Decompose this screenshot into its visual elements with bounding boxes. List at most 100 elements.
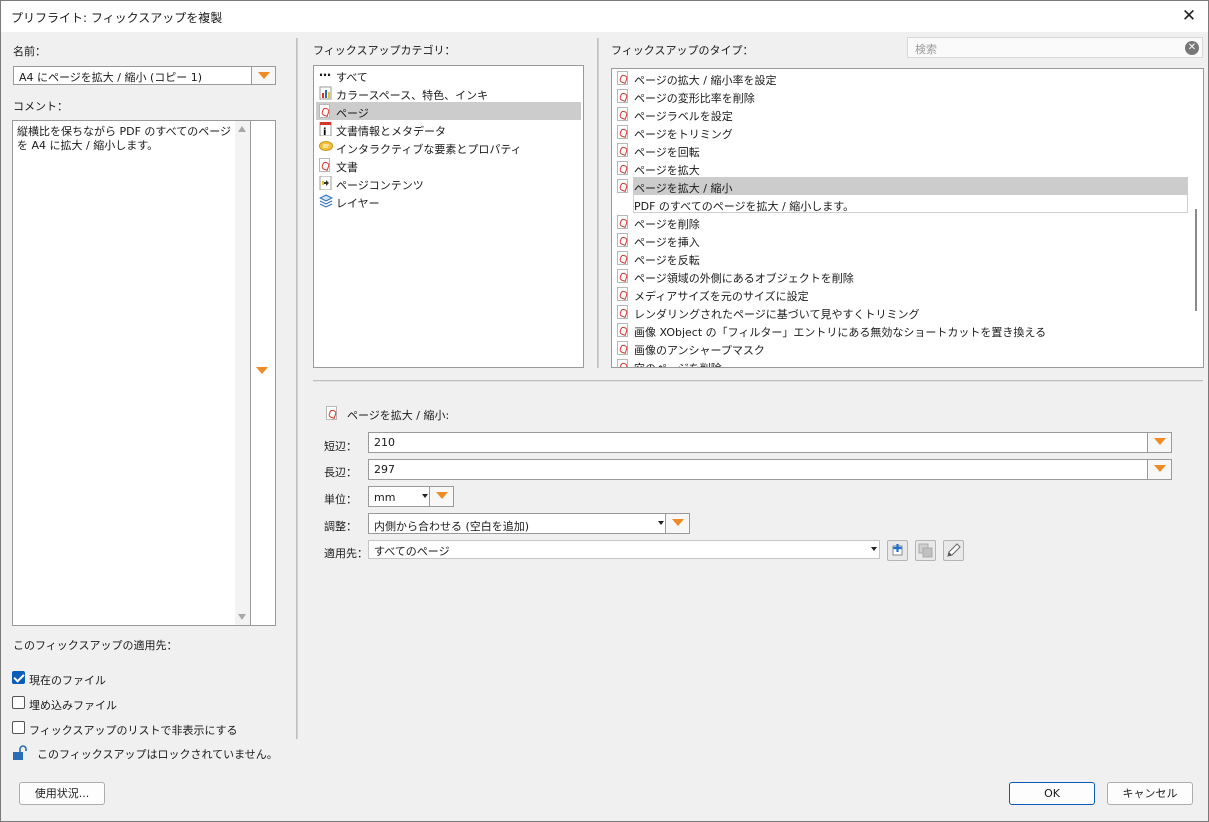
type-label: ページラベルを設定 xyxy=(634,110,733,123)
hide-in-list-label: フィックスアップのリストで非表示にする xyxy=(29,724,238,737)
type-item[interactable]: ページを回転 xyxy=(614,141,1188,159)
ok-button[interactable]: OK xyxy=(1009,782,1095,805)
pdf-icon xyxy=(617,143,631,157)
fit-select[interactable]: 内側から合わせる (空白を追加) xyxy=(368,513,690,534)
type-label: ページを回転 xyxy=(634,146,700,159)
pdf-icon xyxy=(617,323,631,337)
pdf-icon xyxy=(617,341,631,355)
short-side-label: 短辺： xyxy=(324,440,357,453)
category-item-page-content[interactable]: ページコンテンツ xyxy=(316,174,581,192)
type-item[interactable]: 空のページを削除 xyxy=(614,357,1188,367)
clear-search-icon[interactable]: ✕ xyxy=(1185,41,1199,55)
categories-label: フィックスアップカテゴリ： xyxy=(313,44,456,57)
long-side-dropdown[interactable] xyxy=(1147,460,1171,479)
type-item[interactable]: ページの拡大 / 縮小率を設定 xyxy=(614,69,1188,87)
preflight-dialog: プリフライト: フィックスアップを複製 ✕ 名前： A4 にページを拡大 / 縮… xyxy=(0,0,1209,822)
usage-button[interactable]: 使用状況... xyxy=(19,782,105,805)
search-input[interactable]: 検索 xyxy=(915,41,937,57)
cancel-button[interactable]: キャンセル xyxy=(1107,782,1193,805)
category-item-page[interactable]: ページ xyxy=(316,102,581,120)
types-scroll-thumb[interactable] xyxy=(1195,209,1197,311)
category-label: 文書情報とメタデータ xyxy=(336,125,446,138)
pdf-icon xyxy=(617,107,631,121)
type-label: ページを反転 xyxy=(634,254,700,267)
pdf-heading-icon xyxy=(326,406,337,420)
type-label: 画像 XObject の「フィルター」エントリにある無効なショートカットを置き換… xyxy=(634,326,1047,339)
scroll-up-icon[interactable] xyxy=(238,126,246,132)
short-side-input[interactable]: 210 xyxy=(368,432,1172,453)
pdf-icon xyxy=(617,89,631,103)
type-item[interactable]: レンダリングされたページに基づいて見やすくトリミング xyxy=(614,303,1188,321)
embedded-files-checkbox[interactable] xyxy=(12,696,25,709)
apply-to-select[interactable]: すべてのページ xyxy=(368,540,880,559)
type-item[interactable]: ページラベルを設定 xyxy=(614,105,1188,123)
add-icon xyxy=(892,544,903,556)
fit-dropdown[interactable] xyxy=(665,514,689,533)
apply-to-label: 適用先： xyxy=(324,547,368,560)
type-description-row: PDF のすべてのページを拡大 / 縮小します。 xyxy=(614,195,1188,213)
long-side-input[interactable]: 297 xyxy=(368,459,1172,480)
short-side-value: 210 xyxy=(374,436,395,449)
type-label: メディアサイズを元のサイズに設定 xyxy=(634,290,809,303)
scroll-down-icon[interactable] xyxy=(238,614,246,620)
type-label: レンダリングされたページに基づいて見やすくトリミング xyxy=(634,308,920,321)
color-chart-icon xyxy=(319,86,333,100)
select-caret-icon xyxy=(658,521,664,525)
type-item[interactable]: 画像 XObject の「フィルター」エントリにある無効なショートカットを置き換… xyxy=(614,321,1188,339)
category-label: インタラクティブな要素とプロパティ xyxy=(336,143,522,156)
pencil-icon xyxy=(947,543,961,557)
edit-page-range-button[interactable] xyxy=(943,540,964,561)
name-combo[interactable]: A4 にページを拡大 / 縮小 (コピー 1) xyxy=(13,66,276,85)
select-caret-icon xyxy=(422,494,428,498)
layers-icon xyxy=(318,194,334,208)
category-item-layers[interactable]: レイヤー xyxy=(316,192,581,210)
type-label: ページを挿入 xyxy=(634,236,700,249)
type-label: 空のページを削除 xyxy=(634,360,722,367)
type-label: ページを拡大 xyxy=(634,164,700,177)
duplicate-page-range-button[interactable] xyxy=(915,540,936,561)
ellipsis-icon: … xyxy=(319,65,331,79)
type-item-selected[interactable]: ページを拡大 / 縮小 xyxy=(614,177,1188,195)
detail-heading: ページを拡大 / 縮小: xyxy=(347,409,450,422)
comment-expand-icon[interactable] xyxy=(256,367,268,374)
type-item[interactable]: ページを挿入 xyxy=(614,231,1188,249)
type-item[interactable]: ページをトリミング xyxy=(614,123,1188,141)
type-label: ページの拡大 / 縮小率を設定 xyxy=(634,74,777,87)
left-divider xyxy=(296,38,298,739)
type-item[interactable]: 画像のアンシャープマスク xyxy=(614,339,1188,357)
svg-text:i: i xyxy=(323,127,326,136)
category-item-document[interactable]: 文書 xyxy=(316,156,581,174)
types-list: ページの拡大 / 縮小率を設定 ページの変形比率を削除 ページラベルを設定 ペー… xyxy=(611,68,1204,368)
category-item-docinfo[interactable]: i 文書情報とメタデータ xyxy=(316,120,581,138)
hide-in-list-checkbox[interactable] xyxy=(12,721,25,734)
pdf-document-icon xyxy=(319,158,333,172)
type-item[interactable]: ページの変形比率を削除 xyxy=(614,87,1188,105)
name-dropdown-button[interactable] xyxy=(251,67,275,84)
type-item[interactable]: ページ領域の外側にあるオブジェクトを削除 xyxy=(614,267,1188,285)
category-item-color[interactable]: カラースペース、特色、インキ xyxy=(316,84,581,102)
name-value: A4 にページを拡大 / 縮小 (コピー 1) xyxy=(19,71,203,84)
types-scrollbar[interactable] xyxy=(1189,69,1203,367)
type-item[interactable]: ページを反転 xyxy=(614,249,1188,267)
name-label: 名前： xyxy=(13,45,46,58)
unit-select[interactable]: mm xyxy=(368,486,454,507)
add-page-range-button[interactable] xyxy=(887,540,908,561)
current-file-label: 現在のファイル xyxy=(29,674,106,687)
unit-dropdown[interactable] xyxy=(429,487,453,506)
apply-to-value: すべてのページ xyxy=(374,545,450,558)
comment-textarea[interactable]: 縦横比を保ちながら PDF のすべてのページを A4 に拡大 / 縮小します。 xyxy=(12,120,276,626)
category-item-all[interactable]: … すべて xyxy=(316,66,581,84)
search-box[interactable]: 検索 ✕ xyxy=(907,37,1203,58)
category-item-interactive[interactable]: インタラクティブな要素とプロパティ xyxy=(316,138,581,156)
short-side-dropdown[interactable] xyxy=(1147,433,1171,452)
type-label: ページをトリミング xyxy=(634,128,733,141)
applies-to-label: このフィックスアップの適用先： xyxy=(13,639,178,652)
pdf-icon xyxy=(617,215,631,229)
type-item[interactable]: メディアサイズを元のサイズに設定 xyxy=(614,285,1188,303)
type-item[interactable]: ページを削除 xyxy=(614,213,1188,231)
close-icon[interactable]: ✕ xyxy=(1178,5,1200,27)
type-label: ページ領域の外側にあるオブジェクトを削除 xyxy=(634,272,854,285)
comment-scrollbar[interactable] xyxy=(235,121,250,625)
current-file-checkbox[interactable] xyxy=(12,671,25,684)
type-item[interactable]: ページを拡大 xyxy=(614,159,1188,177)
